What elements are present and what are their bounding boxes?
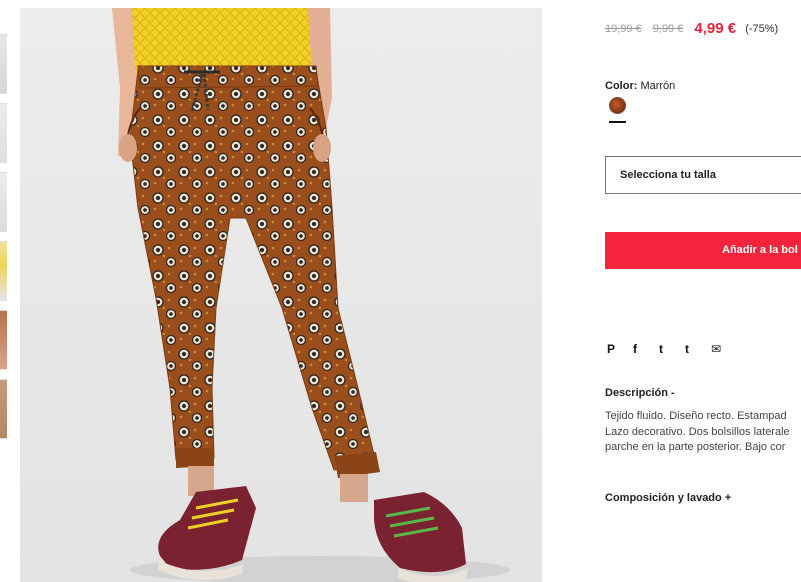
description-text: Tejido fluido. Diseño recto. Estampad La… <box>605 409 801 456</box>
thumbnail-1[interactable] <box>0 34 7 94</box>
thumbnail-6[interactable] <box>0 379 7 439</box>
selected-swatch-indicator <box>609 121 626 123</box>
color-swatch-brown[interactable] <box>609 97 626 114</box>
previous-price: 9,99 € <box>652 23 684 35</box>
description-line: Lazo decorativo. Dos bolsillos laterale <box>605 425 790 438</box>
twitter-icon[interactable]: t <box>657 342 683 356</box>
facebook-icon[interactable]: f <box>631 342 657 356</box>
product-info: 19,99 € 9,99 € 4,99 € (-75%) Color: Marr… <box>605 0 801 582</box>
email-icon[interactable]: ✉ <box>709 342 735 356</box>
price-block: 19,99 € 9,99 € 4,99 € (-75%) <box>605 20 778 37</box>
thumbnail-5[interactable] <box>0 310 7 370</box>
size-select[interactable]: Selecciona tu talla <box>605 156 801 194</box>
size-select-placeholder: Selecciona tu talla <box>620 169 716 181</box>
description-line: parche en la parte posterior. Bajo cor <box>605 441 786 453</box>
tumblr-icon[interactable]: t <box>683 342 709 356</box>
thumbnail-3[interactable] <box>0 172 7 232</box>
color-label: Color: <box>605 80 638 92</box>
social-share-bar: P f t t ✉ <box>605 340 735 358</box>
original-price: 19,99 € <box>605 23 642 35</box>
current-price: 4,99 € <box>694 20 737 37</box>
add-to-bag-button[interactable]: Añadir a la bol <box>605 232 801 269</box>
thumbnail-2[interactable] <box>0 103 7 163</box>
thumbnail-4[interactable] <box>0 241 7 301</box>
product-photo[interactable] <box>20 8 542 582</box>
description-line: Tejido fluido. Diseño recto. Estampad <box>605 410 787 422</box>
composition-toggle[interactable]: Composición y lavado + <box>605 492 731 504</box>
discount-badge: (-75%) <box>745 23 779 35</box>
description-toggle[interactable]: Descripción - <box>605 387 675 399</box>
add-to-bag-label: Añadir a la bol <box>722 244 798 256</box>
pinterest-icon[interactable]: P <box>605 342 631 356</box>
color-value: Marrón <box>640 80 676 92</box>
color-label-row: Color: Marrón <box>605 80 675 92</box>
product-illustration <box>112 8 510 582</box>
thumbnail-strip <box>0 0 8 582</box>
